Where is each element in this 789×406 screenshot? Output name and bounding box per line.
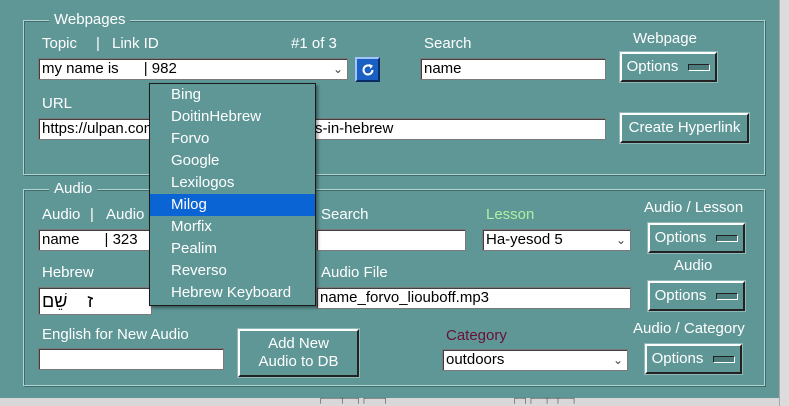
category-label: Category bbox=[446, 327, 507, 344]
dropdown-item-google[interactable]: Google bbox=[150, 150, 315, 172]
chevron-down-icon[interactable]: ⌄ bbox=[616, 230, 626, 250]
vertical-scrollbar[interactable] bbox=[779, 0, 789, 406]
options-bar-icon bbox=[713, 355, 736, 363]
category-combo-value: outdoors bbox=[446, 351, 505, 368]
dropdown-item-pealim[interactable]: Pealim bbox=[150, 238, 315, 260]
english-input[interactable] bbox=[38, 348, 224, 370]
add-audio-button[interactable]: Add New Audio to DB bbox=[237, 328, 360, 378]
audio-label: Audio bbox=[42, 206, 81, 223]
dropdown-item-hebrew-keyboard[interactable]: Hebrew Keyboard bbox=[150, 282, 315, 304]
url-label: URL bbox=[42, 95, 73, 112]
audio-combo[interactable]: name | 323 bbox=[38, 229, 152, 251]
strip-fragment-a: ┌───┬──┐┌───┐ bbox=[318, 394, 389, 404]
hebrew-input[interactable]: ז שֵׁם bbox=[38, 287, 152, 315]
hebrew-label: Hebrew bbox=[42, 264, 94, 281]
audio-button-label: Audio bbox=[674, 257, 713, 274]
audio-file-input[interactable]: name_forvo_liouboff.mp3 bbox=[316, 287, 631, 309]
audio-legend: Audio bbox=[49, 180, 98, 198]
webpage-options-button[interactable]: Options bbox=[619, 51, 718, 83]
options-bar-icon bbox=[688, 63, 711, 71]
record-counter: #1 of 3 bbox=[291, 35, 337, 52]
dropdown-item-milog[interactable]: Milog bbox=[150, 194, 315, 216]
lesson-label: Lesson bbox=[486, 206, 535, 223]
chevron-down-icon[interactable]: ⌄ bbox=[333, 59, 343, 79]
topic-dropdown-list[interactable]: Bing DoitinHebrew Forvo Google Lexilogos… bbox=[149, 83, 316, 306]
refresh-button[interactable] bbox=[355, 57, 380, 82]
url-input[interactable]: https://ulpan.com s-in-hebrew bbox=[38, 118, 606, 140]
url-value-left: https://ulpan.com bbox=[42, 120, 157, 137]
audio-lesson-options-label: Options bbox=[654, 229, 707, 246]
audio-file-label: Audio File bbox=[321, 264, 388, 281]
dropdown-item-reverso[interactable]: Reverso bbox=[150, 260, 315, 282]
bottom-strip: ┌───┬──┐┌───┐ ┌─┐┌──┬─┬──┐ bbox=[0, 394, 779, 406]
audio-category-label: Audio / Category bbox=[633, 320, 745, 337]
link-id-label: Link ID bbox=[112, 35, 159, 52]
audio-options-label: Options bbox=[654, 287, 707, 304]
dropdown-item-morfix[interactable]: Morfix bbox=[150, 216, 315, 238]
topic-combo[interactable]: my name is | 982 ⌄ bbox=[38, 58, 348, 80]
webpage-options-label: Options bbox=[626, 58, 679, 75]
audio-options-button[interactable]: Options bbox=[647, 280, 746, 312]
dropdown-item-lexilogos[interactable]: Lexilogos bbox=[150, 172, 315, 194]
audio-lesson-label: Audio / Lesson bbox=[644, 199, 744, 216]
webpage-search-input[interactable]: name bbox=[420, 58, 606, 80]
webpage-label: Webpage bbox=[633, 30, 697, 47]
audio-search-label: Search bbox=[321, 206, 369, 223]
strip-fragment-b: ┌─┐┌──┬─┬──┐ bbox=[512, 394, 577, 404]
audio-id-label: Audio bbox=[106, 206, 145, 223]
chevron-down-icon[interactable]: ⌄ bbox=[613, 350, 623, 370]
english-label: English for New Audio bbox=[42, 326, 189, 343]
topic-combo-value: my name is | 982 bbox=[42, 60, 177, 77]
audio-search-input[interactable] bbox=[316, 229, 466, 251]
dropdown-item-forvo[interactable]: Forvo bbox=[150, 128, 315, 150]
dropdown-item-bing[interactable]: Bing bbox=[150, 84, 315, 106]
options-bar-icon bbox=[716, 292, 739, 300]
audio-category-options-label: Options bbox=[651, 350, 704, 367]
topic-label: Topic bbox=[42, 35, 78, 52]
dropdown-item-doitinhebrew[interactable]: DoitinHebrew bbox=[150, 106, 315, 128]
audio-category-options-button[interactable]: Options bbox=[644, 343, 743, 375]
create-hyperlink-button[interactable]: Create Hyperlink bbox=[619, 112, 750, 144]
url-value-right: s-in-hebrew bbox=[315, 120, 394, 137]
lesson-combo[interactable]: Ha-yesod 5 ⌄ bbox=[482, 229, 631, 251]
lesson-combo-value: Ha-yesod 5 bbox=[486, 231, 563, 248]
category-combo[interactable]: outdoors ⌄ bbox=[442, 349, 628, 371]
audio-lesson-options-button[interactable]: Options bbox=[647, 222, 746, 254]
label-divider: | bbox=[96, 35, 100, 52]
refresh-icon bbox=[362, 63, 373, 75]
webpages-legend: Webpages bbox=[49, 11, 131, 29]
audio-label-divider: | bbox=[90, 206, 94, 223]
options-bar-icon bbox=[716, 234, 739, 242]
webpage-search-label: Search bbox=[424, 35, 472, 52]
